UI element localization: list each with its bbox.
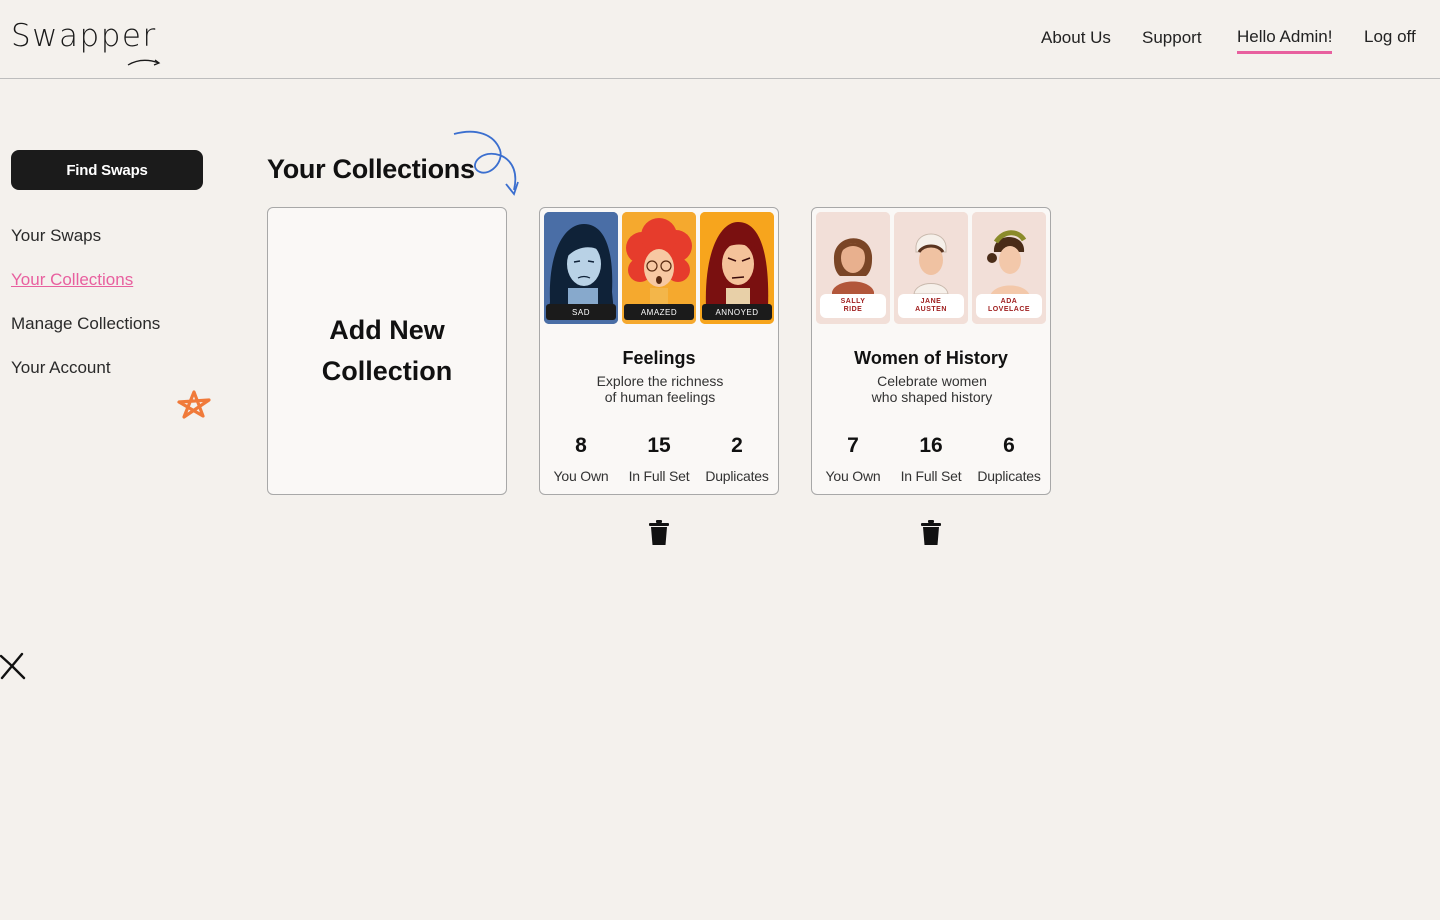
- logo-swoosh-icon: [127, 59, 161, 66]
- collection-description-line: Celebrate women: [877, 373, 987, 389]
- stat-label: You Own: [825, 468, 881, 484]
- stat-value: 7: [847, 434, 859, 457]
- sparkle-doodle-icon: [0, 652, 26, 680]
- sidebar-item-your-collections[interactable]: Your Collections: [11, 270, 133, 290]
- sidebar-item-manage-collections[interactable]: Manage Collections: [11, 314, 160, 334]
- stat-value: 15: [647, 434, 671, 457]
- card-thumb-sally-ride: SALLY RIDE: [816, 212, 890, 324]
- thumb-label: SAD: [546, 304, 616, 320]
- collection-thumbnails: SAD AMAZED ANNOYED: [544, 212, 776, 324]
- thumb-label: AMAZED: [624, 304, 694, 320]
- nav-log-off[interactable]: Log off: [1364, 27, 1416, 47]
- card-thumb-sad: SAD: [544, 212, 618, 324]
- stat-you-own: 7 You Own: [814, 434, 892, 484]
- curly-arrow-icon: [453, 130, 519, 196]
- stat-value: 2: [731, 434, 743, 457]
- thumb-name-line: JANE: [920, 298, 942, 305]
- collection-description-line: of human feelings: [604, 389, 716, 405]
- star-doodle-icon: [177, 390, 211, 419]
- thumb-name-line: AUSTEN: [915, 306, 947, 313]
- collection-stats: 7 You Own 16 In Full Set 6 Duplicates: [814, 434, 1050, 484]
- collection-stats: 8 You Own 15 In Full Set 2 Duplicates: [542, 434, 778, 484]
- thumb-name-line: ADA: [1000, 298, 1018, 305]
- nav-about-us[interactable]: About Us: [1041, 28, 1111, 48]
- stat-duplicates: 6 Duplicates: [970, 434, 1048, 484]
- thumb-name-label: ADA LOVELACE: [976, 294, 1042, 318]
- card-thumb-ada-lovelace: ADA LOVELACE: [972, 212, 1046, 324]
- collection-description: Celebrate women who shaped history: [842, 373, 1022, 405]
- top-header: Swapper About Us Support Hello Admin! Lo…: [0, 0, 1440, 79]
- stat-value: 8: [575, 434, 587, 457]
- collection-card-women-of-history[interactable]: SALLY RIDE JANE AUSTEN ADA LOVELACE Wome…: [811, 207, 1051, 495]
- stat-value: 6: [1003, 434, 1015, 457]
- stat-label: In Full Set: [628, 468, 690, 484]
- collection-description-line: who shaped history: [871, 389, 993, 405]
- card-thumb-amazed: AMAZED: [622, 212, 696, 324]
- sidebar-item-your-account[interactable]: Your Account: [11, 358, 111, 378]
- find-swaps-button[interactable]: Find Swaps: [11, 150, 203, 190]
- stat-label: You Own: [553, 468, 609, 484]
- collection-description-line: Explore the richness: [596, 373, 724, 389]
- add-new-collection-card[interactable]: Add New Collection: [267, 207, 507, 495]
- collection-description: Explore the richness of human feelings: [570, 373, 750, 405]
- thumb-name-line: SALLY: [840, 298, 866, 305]
- trash-icon[interactable]: [920, 520, 942, 546]
- add-new-collection-label: Add New Collection: [321, 315, 453, 386]
- nav-hello-admin[interactable]: Hello Admin!: [1237, 27, 1333, 54]
- collection-card-feelings[interactable]: SAD AMAZED ANNOYED Feelings Explore the …: [539, 207, 779, 495]
- card-thumb-jane-austen: JANE AUSTEN: [894, 212, 968, 324]
- card-thumb-annoyed: ANNOYED: [700, 212, 774, 324]
- stat-label: Duplicates: [705, 468, 769, 484]
- thumb-label: ANNOYED: [702, 304, 772, 320]
- page-title: Your Collections: [267, 154, 475, 184]
- stat-label: In Full Set: [900, 468, 962, 484]
- thumb-name-line: LOVELACE: [987, 306, 1031, 313]
- stat-in-full-set: 15 In Full Set: [620, 434, 698, 484]
- app-logo[interactable]: Swapper: [11, 18, 157, 54]
- thumb-name-line: RIDE: [843, 306, 863, 313]
- stat-label: Duplicates: [977, 468, 1041, 484]
- collection-thumbnails: SALLY RIDE JANE AUSTEN ADA LOVELACE: [816, 212, 1048, 324]
- collection-title: Feelings: [622, 348, 696, 368]
- stat-value: 16: [919, 434, 943, 457]
- thumb-name-label: JANE AUSTEN: [898, 294, 964, 318]
- stat-you-own: 8 You Own: [542, 434, 620, 484]
- stat-duplicates: 2 Duplicates: [698, 434, 776, 484]
- collection-title: Women of History: [854, 348, 1008, 368]
- nav-support[interactable]: Support: [1142, 28, 1202, 48]
- stat-in-full-set: 16 In Full Set: [892, 434, 970, 484]
- trash-icon[interactable]: [648, 520, 670, 546]
- thumb-name-label: SALLY RIDE: [820, 294, 886, 318]
- sidebar-item-your-swaps[interactable]: Your Swaps: [11, 226, 101, 246]
